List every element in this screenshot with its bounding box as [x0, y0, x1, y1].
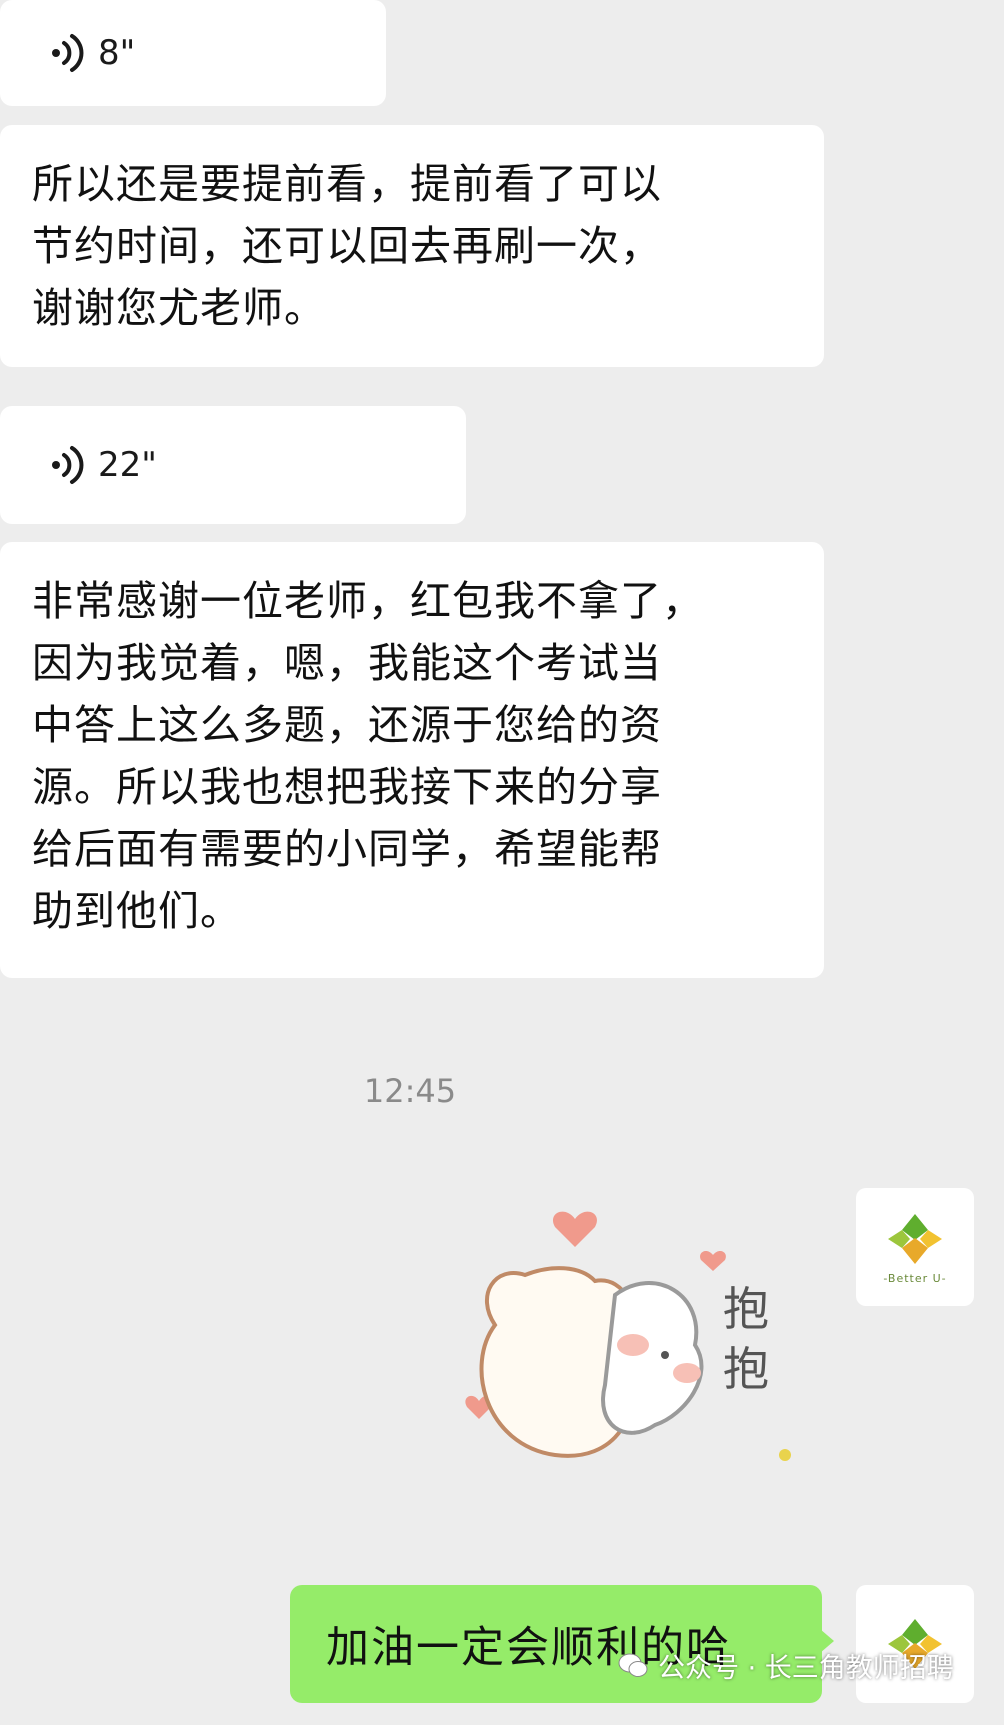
message-text-bubble[interactable]: 所以还是要提前看，提前看了可以 节约时间，还可以回去再刷一次， 谢谢您尤老师。: [0, 125, 824, 367]
sticker-text: 抱: [723, 1342, 769, 1396]
avatar[interactable]: -Better U-: [856, 1188, 974, 1306]
hug-sticker[interactable]: 抱 抱: [455, 1205, 835, 1505]
message-text-bubble[interactable]: 非常感谢一位老师，红包我不拿了， 因为我觉着，嗯，我能这个考试当 中答上这么多题…: [0, 542, 824, 978]
voice-message-bubble[interactable]: 8": [0, 0, 386, 106]
wechat-icon: [618, 1653, 648, 1677]
heart-icon: [553, 1211, 597, 1247]
voice-message-bubble[interactable]: 22": [0, 406, 466, 524]
watermark: 公众号 · 长三角教师招聘: [618, 1646, 954, 1685]
voice-duration: 8": [98, 33, 136, 73]
voice-duration: 22": [98, 445, 157, 485]
sent-message-bubble[interactable]: 加油一定会顺利的哈: [290, 1585, 834, 1703]
voice-wave-icon: [52, 446, 84, 484]
better-u-logo-icon: [888, 1213, 942, 1264]
message-timestamp: 12:45: [363, 1072, 457, 1110]
watermark-text: 公众号 · 长三角教师招聘: [658, 1653, 954, 1684]
avatar[interactable]: [856, 1585, 974, 1703]
sticker-text: 抱: [723, 1282, 769, 1336]
voice-wave-icon: [52, 34, 84, 72]
heart-icon: [700, 1250, 726, 1271]
avatar-brand: -Better U-: [883, 1271, 947, 1285]
